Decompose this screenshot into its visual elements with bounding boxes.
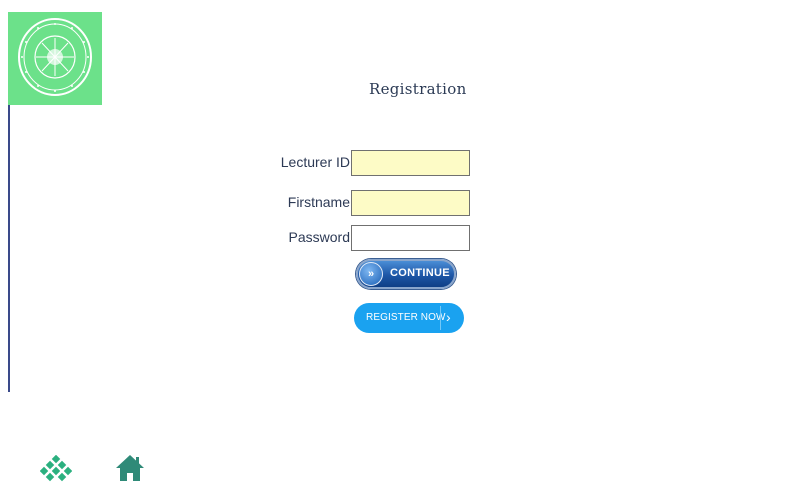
register-now-label: REGISTER NOW — [366, 312, 446, 323]
firstname-label: Firstname — [287, 194, 350, 210]
page-title: Registration — [369, 80, 467, 98]
register-now-button[interactable]: REGISTER NOW › — [354, 303, 464, 333]
chevron-right-icon: › — [446, 309, 451, 325]
lecturer-id-label: Lecturer ID — [280, 154, 350, 170]
lecturer-id-row: Lecturer ID — [250, 150, 480, 176]
continue-label: CONTINUE — [390, 267, 450, 279]
university-seal-icon — [18, 18, 92, 96]
password-row: Password — [250, 225, 480, 251]
password-label: Password — [288, 229, 350, 245]
lecturer-id-input[interactable] — [351, 150, 470, 176]
continue-button[interactable]: » CONTINUE — [356, 259, 456, 289]
left-border-line — [8, 92, 10, 392]
home-icon[interactable] — [114, 452, 146, 489]
firstname-row: Firstname — [250, 190, 480, 216]
password-input[interactable] — [351, 225, 470, 251]
logo-box — [8, 12, 102, 105]
firstname-input[interactable] — [351, 190, 470, 216]
double-chevron-icon: » — [359, 262, 383, 286]
diamond-grid-icon[interactable] — [39, 454, 73, 490]
register-divider — [440, 306, 441, 330]
